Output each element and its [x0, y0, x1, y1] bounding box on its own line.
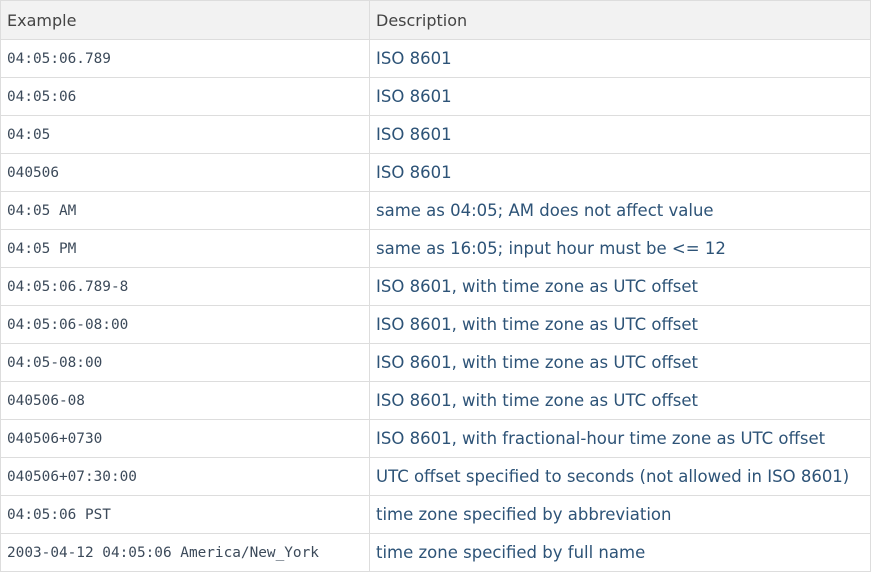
example-cell: 040506+07:30:00: [0, 457, 370, 496]
time-input-examples-table: Example Description 04:05:06.789 ISO 8601…: [0, 0, 871, 572]
table-row: 04:05 AM same as 04:05; AM does not affec…: [0, 191, 871, 230]
example-cell: 04:05: [0, 115, 370, 154]
description-cell: ISO 8601: [369, 39, 871, 78]
example-cell: 04:05:06-08:00: [0, 305, 370, 344]
table-row: 04:05 PM same as 16:05; input hour must b…: [0, 229, 871, 268]
table-row: 040506+0730 ISO 8601, with fractional-hou…: [0, 419, 871, 458]
table-row: 04:05:06.789-8 ISO 8601, with time zone a…: [0, 267, 871, 306]
example-cell: 04:05 AM: [0, 191, 370, 230]
description-cell: ISO 8601, with fractional-hour time zone…: [369, 419, 871, 458]
table-row: 040506+07:30:00 UTC offset specified to s…: [0, 457, 871, 496]
description-cell: time zone specified by full name: [369, 533, 871, 572]
description-cell: ISO 8601, with time zone as UTC offset: [369, 305, 871, 344]
example-cell: 040506: [0, 153, 370, 192]
column-header-description: Description: [369, 0, 871, 40]
table-row: 04:05:06-08:00 ISO 8601, with time zone a…: [0, 305, 871, 344]
table-row: 04:05:06.789 ISO 8601: [0, 39, 871, 78]
example-cell: 04:05:06.789-8: [0, 267, 370, 306]
description-cell: same as 04:05; AM does not affect value: [369, 191, 871, 230]
column-header-example: Example: [0, 0, 370, 40]
description-cell: UTC offset specified to seconds (not all…: [369, 457, 871, 496]
description-cell: ISO 8601: [369, 153, 871, 192]
example-cell: 040506+0730: [0, 419, 370, 458]
description-cell: ISO 8601, with time zone as UTC offset: [369, 267, 871, 306]
description-cell: same as 16:05; input hour must be <= 12: [369, 229, 871, 268]
table-row: 040506-08 ISO 8601, with time zone as UTC…: [0, 381, 871, 420]
table-row: 040506 ISO 8601: [0, 153, 871, 192]
example-cell: 04:05:06 PST: [0, 495, 370, 534]
example-cell: 04:05-08:00: [0, 343, 370, 382]
description-cell: ISO 8601, with time zone as UTC offset: [369, 381, 871, 420]
example-cell: 04:05:06.789: [0, 39, 370, 78]
table-row: 04:05:06 ISO 8601: [0, 77, 871, 116]
table-row: 2003-04-12 04:05:06 America/New_York time…: [0, 533, 871, 572]
description-cell: ISO 8601: [369, 77, 871, 116]
description-cell: ISO 8601: [369, 115, 871, 154]
example-cell: 04:05:06: [0, 77, 370, 116]
table-row: 04:05-08:00 ISO 8601, with time zone as U…: [0, 343, 871, 382]
table-header-row: Example Description: [0, 0, 871, 40]
example-cell: 040506-08: [0, 381, 370, 420]
table-body: 04:05:06.789 ISO 8601 04:05:06 ISO 8601 04:0…: [0, 39, 871, 572]
description-cell: time zone specified by abbreviation: [369, 495, 871, 534]
example-cell: 04:05 PM: [0, 229, 370, 268]
description-cell: ISO 8601, with time zone as UTC offset: [369, 343, 871, 382]
example-cell: 2003-04-12 04:05:06 America/New_York: [0, 533, 370, 572]
table-row: 04:05 ISO 8601: [0, 115, 871, 154]
table-row: 04:05:06 PST time zone specified by abbre…: [0, 495, 871, 534]
